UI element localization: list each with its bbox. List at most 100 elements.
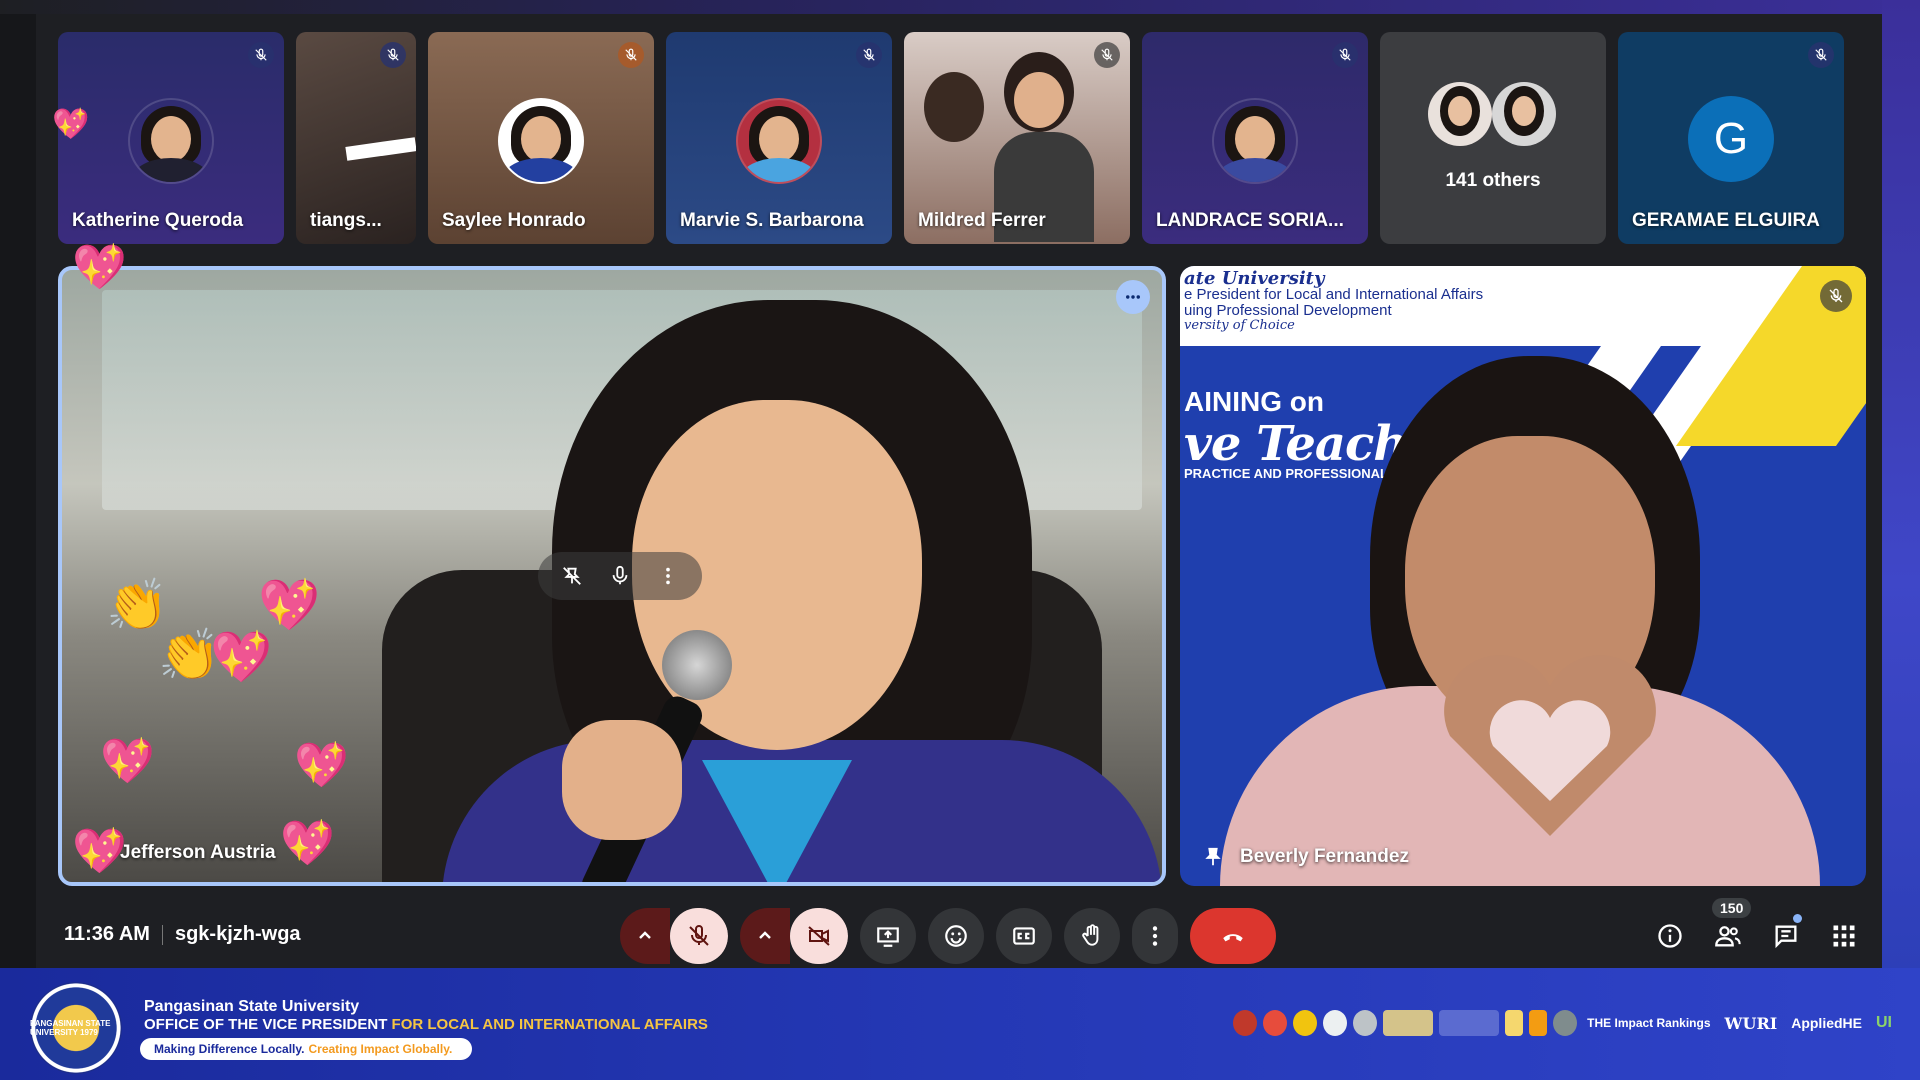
others-count: 141 others [1445,170,1541,191]
microphone-head [662,630,732,700]
banner-tagline: Making Difference Locally. Creating Impac… [140,1038,473,1060]
mic-off-icon [689,925,709,946]
participant-name: LANDRACE SORIA... [1156,210,1344,231]
heart-emoji-icon: 💖 [258,577,321,633]
avatar [498,98,584,184]
raise-hand-icon [1082,924,1099,946]
participant-name: Saylee Honrado [442,210,586,231]
partner-logo [1263,1010,1288,1036]
heart-emoji-icon: 💖 [72,827,127,876]
speaker-hand [562,720,682,840]
person-figure [1014,72,1064,128]
mic-control [620,908,728,964]
present-button[interactable] [860,908,916,964]
mic-off-icon [856,42,882,68]
heart-emoji-icon: 💖 [72,243,127,292]
slide-title: AINING on [1184,386,1324,417]
info-icon [1658,924,1682,948]
more-options-button[interactable] [1132,908,1178,964]
heart-emoji-icon: 💖 [210,629,273,685]
heart-emoji-icon: 💖 [280,819,335,868]
mic-off-icon [1094,42,1120,68]
avatar [1492,82,1556,146]
partner-logo [1233,1010,1258,1036]
partner-logo [1293,1010,1318,1036]
raise-hand-button[interactable] [1064,908,1120,964]
avatar [1428,82,1492,146]
heart-emoji-icon: 💖 [294,741,349,790]
caret-up-icon[interactable] [620,908,670,964]
unpin-icon[interactable] [548,552,596,600]
participant-name: Katherine Queroda [72,210,244,231]
heart-emoji-icon: 💖 [100,737,155,786]
mic-off-icon [1332,42,1358,68]
chat-button[interactable] [1768,912,1804,960]
participant-name: Marvie S. Barbarona [680,210,864,231]
divider [161,924,163,945]
pinned-participant-name: Beverly Fernandez [1240,846,1409,867]
light-streak [345,137,416,161]
participant-tile[interactable]: G GERAMAE ELGUIRA [1618,32,1844,244]
participant-name: GERAMAE ELGUIRA [1632,210,1820,231]
mic-icon[interactable] [596,552,644,600]
banner-office-part: FOR LOCAL AND INTERNATIONAL AFFAIRS [391,1016,708,1033]
participant-tile[interactable]: Marvie S. Barbarona [666,32,892,244]
partner-logo [1383,1010,1434,1036]
mic-off-button[interactable] [670,908,728,964]
partner-logos: THE Impact Rankings WURI AppliedHE UI [1233,1010,1896,1036]
initial-avatar: G [1688,96,1774,182]
partner-logo [1439,1010,1500,1036]
partner-logo [1529,1010,1548,1036]
partner-logo: THE Impact Rankings [1587,1016,1711,1030]
more-horiz-icon[interactable] [1116,280,1150,314]
others-tile[interactable]: 141 others [1380,32,1606,244]
mic-off-icon [618,42,644,68]
meeting-details-button[interactable] [1652,912,1688,960]
activities-button[interactable] [1826,912,1862,960]
partner-logo [1505,1010,1524,1036]
right-frame [1882,0,1920,970]
participant-tile[interactable]: Mildred Ferrer [904,32,1130,244]
participant-name: tiangs... [310,210,382,231]
participant-strip: Katherine Queroda tiangs... Saylee Honra… [58,32,1844,244]
mic-off-icon [380,42,406,68]
participant-count-badge: 150 [1712,898,1752,918]
avatar [1212,98,1298,184]
camera-control [740,908,848,964]
avatar [736,98,822,184]
banner-university: Pangasinan State University [144,998,360,1015]
camera-off-button[interactable] [790,908,848,964]
captions-button[interactable] [996,908,1052,964]
reactions-button[interactable] [928,908,984,964]
participant-name: Mildred Ferrer [918,210,1046,231]
call-controls [620,908,1276,964]
captions-icon [1013,927,1035,945]
pin-icon [1205,847,1221,866]
leave-call-button[interactable] [1190,908,1276,964]
partner-logo [1353,1010,1378,1036]
top-frame [0,0,1920,14]
pinned-participant-tile[interactable]: ate University e President for Local and… [1180,266,1866,886]
emoji-icon [945,925,967,947]
participant-tile[interactable]: tiangs... [296,32,416,244]
tile-hover-controls [538,552,702,600]
more-options-icon [1152,926,1158,946]
banner-office-part: OFFICE OF THE VICE PRESIDENT [144,1016,392,1033]
more-vert-icon[interactable] [644,552,692,600]
participant-tile[interactable]: LANDRACE SORIA... [1142,32,1368,244]
meeting-code: sgk-kjzh-wga [174,923,301,945]
people-icon [1715,926,1741,947]
clap-emoji-icon: 👏 [106,577,169,633]
partner-logo: UI [1876,1014,1892,1031]
meeting-time: 11:36 AM [64,923,150,945]
people-button[interactable]: 150 [1710,898,1752,960]
main-speaker-tile[interactable]: 👏 👏 💖 💖 💖 💖 💖 💖 Jefferson Austria [58,266,1166,886]
present-screen-icon [877,927,899,947]
participant-tile[interactable]: Katherine Queroda [58,32,284,244]
slide-line: uing Professional Development [1184,302,1392,319]
caret-up-icon[interactable] [740,908,790,964]
left-frame [0,0,36,970]
partner-logo [1553,1010,1578,1036]
participant-tile[interactable]: Saylee Honrado [428,32,654,244]
university-seal: PANGASINAN STATE UNIVERSITY 1979 [30,982,122,1074]
